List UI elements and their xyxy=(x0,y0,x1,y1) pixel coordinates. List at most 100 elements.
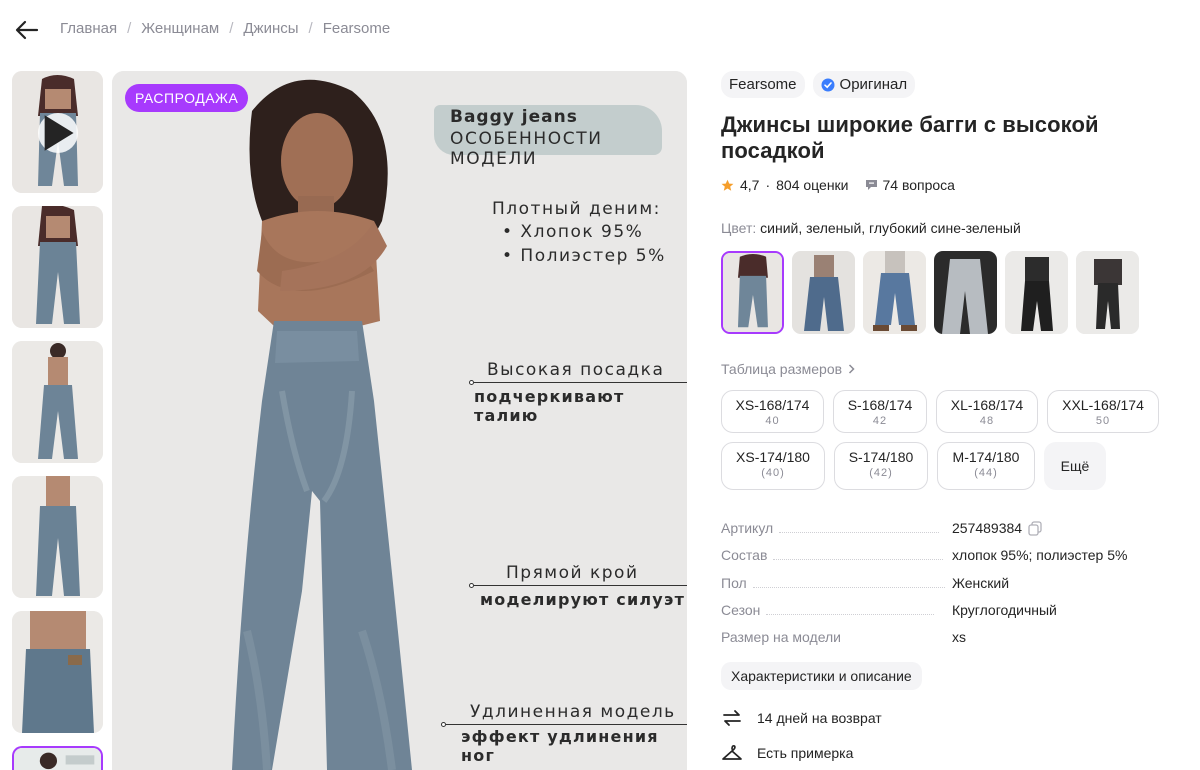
overlay-rise-sub: подчеркивают талию xyxy=(474,387,625,425)
spec-row: Сезон Круглогодичный xyxy=(721,602,1191,629)
size-option[interactable]: XL-168/174 48 xyxy=(936,390,1038,433)
size-option[interactable]: XS-168/174 40 xyxy=(721,390,824,433)
top-bar: Главная / Женщинам / Джинсы / Fearsome xyxy=(0,0,1200,60)
color-label: Цвет: xyxy=(721,220,757,236)
main-product-image[interactable]: РАСПРОДАЖА Baggy jeans ОСОБЕННОСТИ МОДЕЛ… xyxy=(112,71,687,770)
spec-key: Размер на модели xyxy=(721,629,841,646)
spec-value: Круглогодичный xyxy=(952,601,1057,618)
spec-key: Пол xyxy=(721,574,747,591)
play-icon xyxy=(44,115,74,151)
color-swatch[interactable] xyxy=(792,251,855,334)
arrow-left-icon xyxy=(15,20,39,40)
breadcrumb: Главная / Женщинам / Джинсы / Fearsome xyxy=(60,20,390,37)
brand-name: Fearsome xyxy=(729,76,797,93)
size-ru: (44) xyxy=(974,467,998,479)
play-button[interactable] xyxy=(38,113,78,153)
characteristics-button[interactable]: Характеристики и описание xyxy=(721,662,922,691)
spec-row: Размер на модели xs xyxy=(721,629,1191,656)
overlay-length-sub: эффект удлинения ног xyxy=(461,727,659,765)
breadcrumb-jeans[interactable]: Джинсы xyxy=(243,20,298,37)
return-arrows-icon xyxy=(723,710,741,727)
reviews-link[interactable]: 804 оценки xyxy=(776,177,848,193)
overlay-pointer-line xyxy=(474,585,687,586)
verified-check-icon xyxy=(821,78,835,91)
thumbnail-strip xyxy=(12,71,103,770)
question-bubble-icon xyxy=(865,180,877,190)
color-swatch[interactable] xyxy=(863,251,926,334)
overlay-fabric-title: Плотный деним: xyxy=(492,199,661,219)
perk-return: 14 дней на возврат xyxy=(721,708,1191,728)
size-table-label: Таблица размеров xyxy=(721,361,843,377)
spec-value: xs xyxy=(952,629,966,646)
breadcrumb-home[interactable]: Главная xyxy=(60,20,117,37)
size-table-link[interactable]: Таблица размеров xyxy=(721,361,1191,377)
size-option[interactable]: M-174/180 (44) xyxy=(937,442,1035,490)
spec-value: Женский xyxy=(952,574,1010,591)
chevron-right-icon xyxy=(849,364,855,374)
rating-separator: · xyxy=(765,177,771,193)
size-ru: 48 xyxy=(979,415,995,427)
spec-leader xyxy=(766,613,935,615)
color-swatch[interactable] xyxy=(934,251,997,334)
size-label: S-174/180 xyxy=(848,449,914,465)
spec-leader xyxy=(779,532,940,533)
product-title: Джинсы широкие багги с высокой посадкой xyxy=(721,112,1099,163)
size-option[interactable]: XS-174/180 (40) xyxy=(721,442,825,490)
overlay-pointer-line xyxy=(446,724,687,725)
back-button[interactable] xyxy=(12,16,42,44)
rating-row: 4,7 · 804 оценки 74 вопроса xyxy=(721,177,1191,193)
color-swatch[interactable] xyxy=(1005,251,1068,334)
size-label: XS-168/174 xyxy=(735,397,810,413)
spec-key: Артикул xyxy=(721,520,774,536)
spec-row: Состав хлопок 95%; полиэстер 5% xyxy=(721,547,1191,574)
questions-link[interactable]: 74 вопроса xyxy=(865,177,955,193)
star-icon xyxy=(721,179,734,191)
original-chip[interactable]: Оригинал xyxy=(812,71,916,98)
size-option[interactable]: S-174/180 (42) xyxy=(834,442,928,490)
overlay-title: Baggy jeans xyxy=(450,107,578,127)
size-options: XS-168/174 40 S-168/174 42 XL-168/174 48… xyxy=(721,390,1161,490)
overlay-length-title: Удлиненная модель xyxy=(470,702,676,722)
overlay-pointer-line xyxy=(474,382,687,383)
thumbnail-image[interactable] xyxy=(12,341,103,463)
size-label: XS-174/180 xyxy=(736,449,810,465)
color-swatch[interactable] xyxy=(1076,251,1139,334)
breadcrumb-women[interactable]: Женщинам xyxy=(141,20,219,37)
brand-chips: Fearsome Оригинал xyxy=(721,71,1191,98)
thumbnail-image[interactable] xyxy=(12,206,103,328)
size-ru: 50 xyxy=(1095,415,1111,427)
questions-count: 74 вопроса xyxy=(882,177,955,193)
size-option[interactable]: XXL-168/174 50 xyxy=(1047,390,1159,433)
size-label: S-168/174 xyxy=(847,397,913,413)
spec-key: Состав xyxy=(721,547,768,564)
breadcrumb-brand[interactable]: Fearsome xyxy=(323,20,391,37)
color-row: Цвет: синий, зеленый, глубокий сине-зеле… xyxy=(721,220,1191,236)
brand-chip[interactable]: Fearsome xyxy=(721,71,805,98)
color-swatches xyxy=(721,251,1191,334)
color-value: синий, зеленый, глубокий сине-зеленый xyxy=(760,220,1021,236)
size-option[interactable]: S-168/174 42 xyxy=(833,390,927,433)
more-sizes-button[interactable]: Ещё xyxy=(1044,442,1106,490)
thumbnail-image-selected[interactable] xyxy=(12,746,103,770)
overlay-rise-title: Высокая посадка xyxy=(487,360,665,380)
overlay-fabric-bullet: • Хлопок 95% xyxy=(502,222,644,242)
spec-key: Сезон xyxy=(721,601,761,618)
article-number: 257489384 xyxy=(952,520,1023,536)
perk-return-label: 14 дней на возврат xyxy=(757,710,882,727)
overlay-fabric-bullet: • Полиэстер 5% xyxy=(502,246,666,266)
spec-row: Пол Женский xyxy=(721,575,1191,602)
spec-leader xyxy=(752,586,945,588)
size-ru: 40 xyxy=(765,415,780,427)
rating-value: 4,7 xyxy=(740,177,760,193)
perk-fitting-label: Есть примерка xyxy=(757,745,854,762)
size-label: M-174/180 xyxy=(952,449,1020,465)
thumbnail-image[interactable] xyxy=(12,611,103,733)
sale-badge: РАСПРОДАЖА xyxy=(125,84,249,112)
spec-leader xyxy=(773,559,944,561)
thumbnail-image[interactable] xyxy=(12,476,103,598)
copy-icon[interactable] xyxy=(1028,520,1042,536)
color-swatch-selected[interactable] xyxy=(721,251,784,334)
breadcrumb-separator: / xyxy=(127,20,132,37)
thumbnail-video[interactable] xyxy=(12,71,103,193)
breadcrumb-separator: / xyxy=(308,20,313,37)
